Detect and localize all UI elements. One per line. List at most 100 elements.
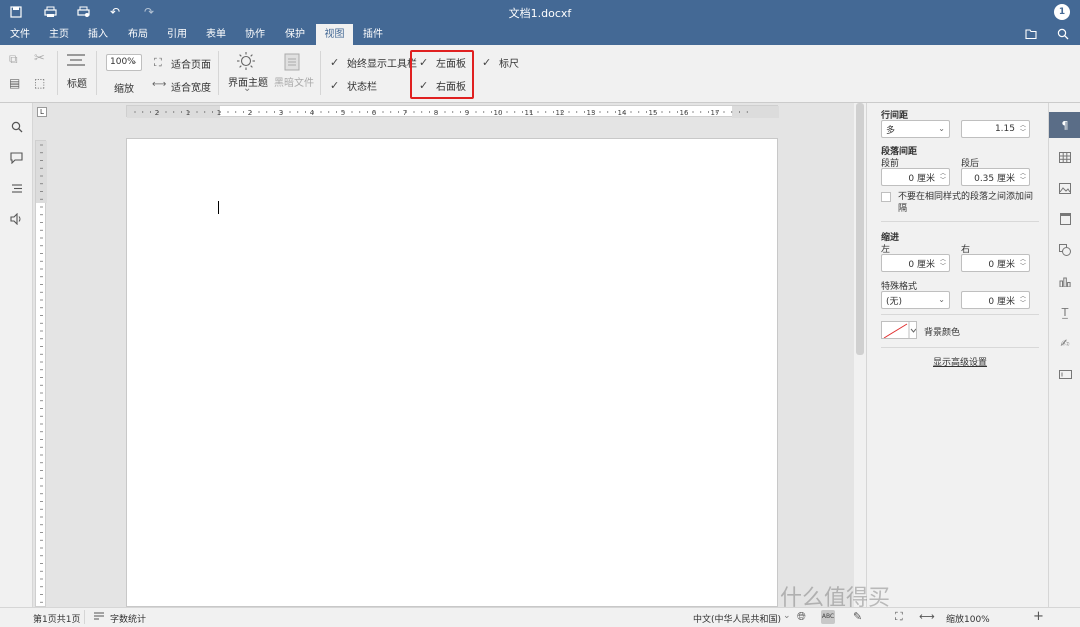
- ruler-tick-label: 10: [494, 109, 503, 117]
- horizontal-ruler[interactable]: 2 1 1 2 3 4 5 6 7 8 9 10 11 12 13 14 15 16 17: [126, 105, 779, 118]
- word-count-button[interactable]: 字数统计: [110, 612, 146, 625]
- spinner-icon[interactable]: ︿ ﹀: [939, 170, 947, 184]
- paragraph-icon[interactable]: ¶: [1058, 118, 1072, 132]
- show-advanced-settings-link[interactable]: 显示高级设置: [933, 355, 987, 368]
- copy-icon[interactable]: ⧉: [9, 52, 18, 67]
- tab-home[interactable]: 主页: [43, 24, 75, 45]
- check-icon: ✓: [482, 55, 492, 69]
- search-icon[interactable]: [1056, 27, 1070, 41]
- chevron-down-icon: ⌄: [783, 611, 791, 621]
- divider: [84, 610, 85, 624]
- menu-bar: 文件 主页 插入 布局 引用 表单 协作 保护 视图 插件: [0, 24, 1080, 45]
- comment-icon[interactable]: [9, 150, 24, 165]
- spacing-before-field[interactable]: 0 厘米 ︿ ﹀: [881, 168, 950, 186]
- fit-page-icon[interactable]: ⛶: [895, 610, 903, 624]
- shape-icon[interactable]: [1058, 243, 1072, 257]
- user-avatar[interactable]: 1: [1054, 4, 1070, 20]
- chart-icon[interactable]: [1058, 274, 1072, 288]
- fit-page-icon[interactable]: ⛶: [154, 56, 162, 70]
- sun-icon[interactable]: [236, 51, 256, 74]
- ruler-tick-label: 14: [618, 109, 627, 117]
- special-format-select[interactable]: (无) ⌄: [881, 291, 950, 309]
- paste-icon[interactable]: ▤: [9, 76, 20, 90]
- status-bar-checkbox[interactable]: ✓ 状态栏: [330, 78, 377, 93]
- folder-icon[interactable]: [1024, 27, 1038, 41]
- spacing-after-field[interactable]: 0.35 厘米 ︿ ﹀: [961, 168, 1030, 186]
- indent-right-field[interactable]: 0 厘米 ︿ ﹀: [961, 254, 1030, 272]
- tab-protect[interactable]: 保护: [279, 24, 311, 45]
- speaker-icon[interactable]: [9, 211, 24, 226]
- tab-collaborate[interactable]: 协作: [239, 24, 271, 45]
- ruler-checkbox[interactable]: ✓ 标尺: [482, 55, 519, 70]
- zoom-select[interactable]: 100% ⌄: [106, 54, 142, 71]
- line-spacing-value-field[interactable]: 1.15 ︿ ﹀: [961, 120, 1030, 138]
- tab-layout[interactable]: 布局: [122, 24, 154, 45]
- signature-icon[interactable]: ✍: [1058, 336, 1072, 350]
- chevron-down-icon: ⌄: [130, 57, 138, 67]
- fit-width-button[interactable]: 适合宽度: [171, 79, 211, 94]
- heading-icon[interactable]: [67, 53, 85, 70]
- line-spacing-mode-select[interactable]: 多 ⌄: [881, 120, 950, 138]
- tab-forms[interactable]: 表单: [200, 24, 232, 45]
- special-value-field[interactable]: 0 厘米 ︿ ﹀: [961, 291, 1030, 309]
- spellcheck-icon[interactable]: ABC: [821, 610, 835, 624]
- tab-plugins[interactable]: 插件: [357, 24, 389, 45]
- heading-label[interactable]: 标题: [67, 75, 87, 90]
- divider: [881, 314, 1039, 315]
- document-page[interactable]: [126, 138, 778, 607]
- vertical-ruler-ticks: [36, 141, 47, 603]
- globe-icon[interactable]: 🌐︎: [797, 610, 806, 624]
- word-count-icon[interactable]: [93, 611, 105, 625]
- ruler-tick-label: 16: [680, 109, 689, 117]
- no-spacing-same-style-checkbox[interactable]: [881, 192, 891, 202]
- image-icon[interactable]: [1058, 181, 1072, 195]
- navigation-icon[interactable]: [9, 181, 24, 196]
- header-footer-icon[interactable]: [1058, 212, 1072, 226]
- left-panel: [0, 103, 33, 607]
- tab-view[interactable]: 视图: [316, 24, 353, 45]
- vertical-ruler[interactable]: [35, 140, 47, 607]
- fit-width-icon[interactable]: ⟷: [152, 79, 166, 90]
- spinner-icon[interactable]: ︿ ﹀: [1019, 122, 1027, 136]
- tab-references[interactable]: 引用: [161, 24, 193, 45]
- always-show-toolbar-label: 始终显示工具栏: [347, 59, 417, 70]
- select-all-icon[interactable]: ⬚: [34, 76, 45, 90]
- ruler-tick-label: 1: [186, 109, 190, 117]
- spinner-icon[interactable]: ︿ ﹀: [939, 256, 947, 270]
- indent-right-value: 0 厘米: [988, 259, 1015, 270]
- always-show-toolbar-checkbox[interactable]: ✓ 始终显示工具栏: [330, 55, 417, 70]
- language-select[interactable]: 中文(中华人民共和国): [693, 612, 781, 625]
- ruler-tick-label: 7: [403, 109, 407, 117]
- form-field-icon[interactable]: [1058, 367, 1072, 381]
- ruler-tick-label: 3: [279, 109, 283, 117]
- divider: [320, 51, 321, 95]
- zoom-in-icon[interactable]: +: [1033, 609, 1044, 624]
- cut-icon[interactable]: ✂: [34, 51, 45, 66]
- no-spacing-same-style-label: 不要在相同样式的段落之间添加间隔: [898, 192, 1034, 214]
- scrollbar-thumb[interactable]: [856, 103, 864, 355]
- fit-page-button[interactable]: 适合页面: [171, 56, 211, 71]
- text-art-icon[interactable]: T̲: [1058, 305, 1072, 319]
- ruler-tick-label: 6: [372, 109, 377, 117]
- check-icon: ✓: [330, 55, 340, 69]
- vertical-ruler-margin: [36, 141, 47, 203]
- search-icon[interactable]: [9, 119, 24, 134]
- divider: [96, 51, 97, 95]
- background-color-label: 背景颜色: [924, 328, 961, 338]
- ruler-right-margin: [732, 106, 779, 118]
- vertical-scrollbar[interactable]: [854, 103, 866, 607]
- ruler-tick-label: 15: [649, 109, 658, 117]
- zoom-level[interactable]: 缩放100%: [946, 612, 990, 625]
- spinner-icon[interactable]: ︿ ﹀: [1019, 256, 1027, 270]
- status-bar-label: 状态栏: [347, 82, 377, 93]
- tab-file[interactable]: 文件: [4, 24, 36, 45]
- table-icon[interactable]: [1058, 150, 1072, 164]
- page-info[interactable]: 第1页共1页: [33, 612, 80, 625]
- indent-left-field[interactable]: 0 厘米 ︿ ﹀: [881, 254, 950, 272]
- tab-stop-button[interactable]: L: [37, 107, 47, 117]
- background-color-picker[interactable]: [881, 321, 917, 339]
- fit-width-icon[interactable]: ⟷: [919, 610, 935, 623]
- spinner-icon[interactable]: ︿ ﹀: [1019, 170, 1027, 184]
- spinner-icon[interactable]: ︿ ﹀: [1019, 293, 1027, 307]
- tab-insert[interactable]: 插入: [82, 24, 114, 45]
